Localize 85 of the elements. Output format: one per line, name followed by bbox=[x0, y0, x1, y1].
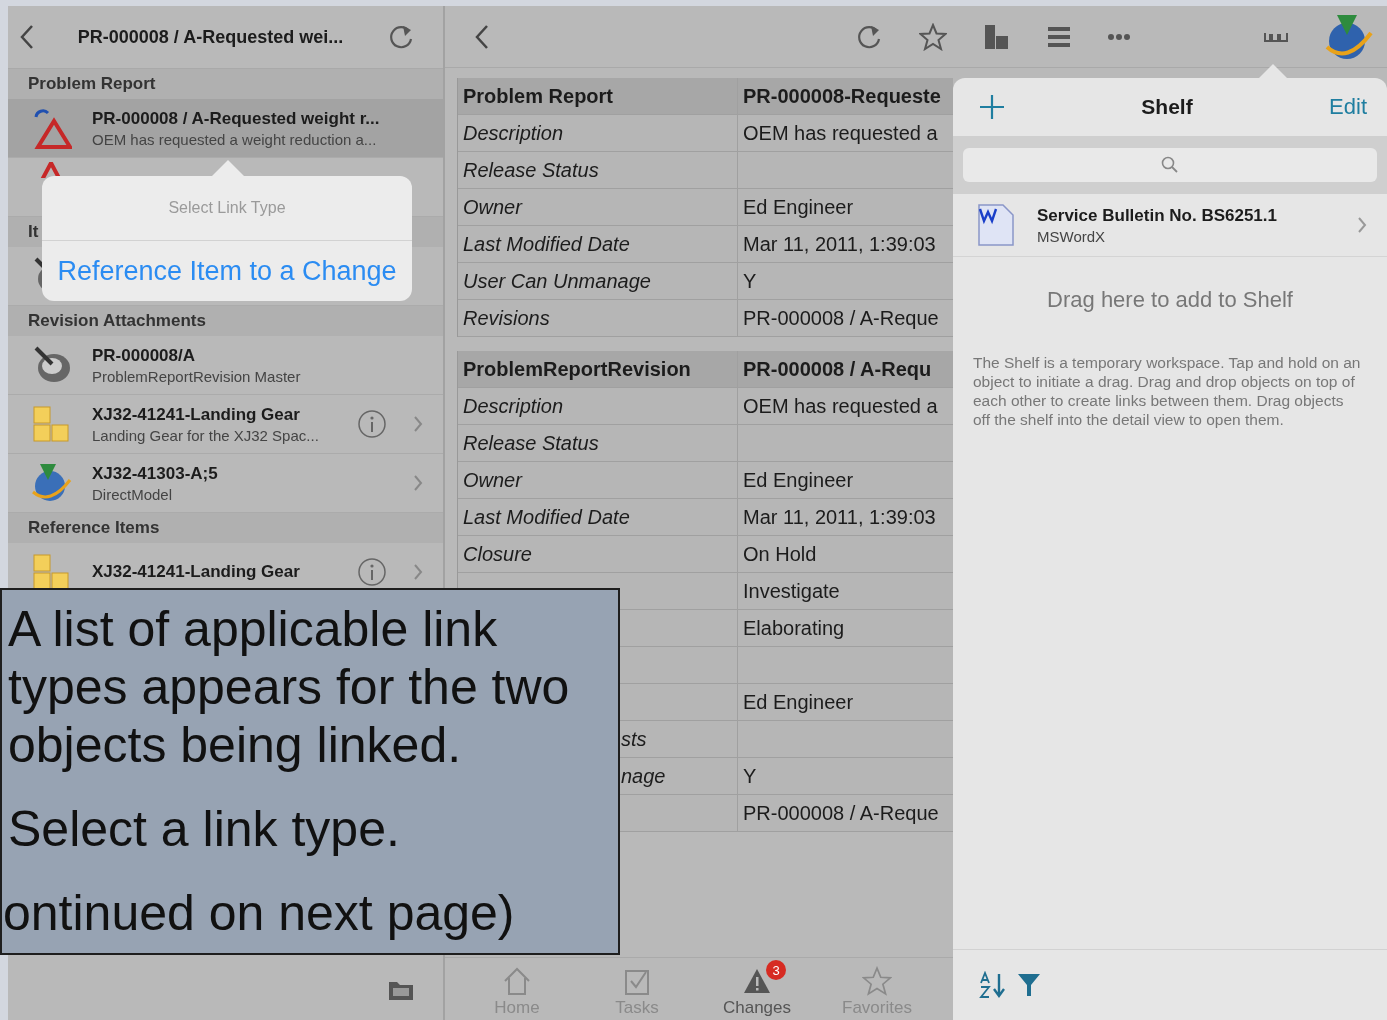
help-text: The Shelf is a temporary workspace. Tap and hold on an object to initiate a drag. Drag and drop objects on top of each other to create links between them. Drag objects off the shelf into the detail view to open them. bbox=[972, 353, 1362, 429]
property-value: Y bbox=[743, 764, 757, 787]
property-label: User Can Unmanage bbox=[463, 269, 651, 293]
property-value: Mar 11, 2011, 1:39:03 bbox=[743, 232, 936, 255]
property-label: nage bbox=[621, 764, 666, 788]
property-value: Elaborating bbox=[743, 616, 845, 639]
search-icon bbox=[1161, 156, 1179, 174]
property-label: Owner bbox=[463, 195, 522, 219]
property-value: Ed Engineer bbox=[743, 468, 854, 491]
property-label: Release Status bbox=[463, 431, 599, 455]
table-header-cell: Problem Report bbox=[458, 78, 738, 114]
word-document-icon bbox=[975, 203, 1017, 247]
property-value: OEM has requested a bbox=[743, 394, 938, 417]
table-header-cell: ProblemReportRevision bbox=[458, 351, 738, 387]
item-title: PR-000008/A bbox=[92, 345, 196, 366]
more-icon[interactable] bbox=[1107, 32, 1131, 41]
property-label: Owner bbox=[463, 468, 522, 492]
tab-bar-item[interactable]: 3 Changes bbox=[697, 958, 817, 1020]
caption-text: A list of applicable link types appears for the two objects being linked. bbox=[8, 600, 571, 774]
property-label: Closure bbox=[463, 542, 532, 566]
search-field[interactable] bbox=[963, 148, 1377, 182]
shelf-title: Shelf bbox=[1140, 95, 1194, 119]
stack-icon[interactable] bbox=[983, 22, 1011, 51]
property-label: Release Status bbox=[463, 158, 599, 182]
section-header: Revision Attachments bbox=[8, 306, 443, 336]
menu-icon[interactable] bbox=[1047, 24, 1071, 49]
property-label: Revisions bbox=[463, 306, 550, 330]
property-value: Y bbox=[743, 269, 757, 292]
property-value: Ed Engineer bbox=[743, 195, 854, 218]
chevron-icon bbox=[413, 415, 423, 433]
table-header-cell-text: PR-000008-Requeste bbox=[742, 84, 942, 108]
home-icon bbox=[502, 966, 532, 996]
property-value: PR-000008 / A-Reque bbox=[743, 306, 939, 329]
list-item[interactable]: XJ32-41241-Landing Gear Landing Gear for the XJ32 Spac... bbox=[8, 395, 443, 454]
property-value: Ed Engineer bbox=[743, 690, 854, 713]
property-value: OEM has requested a bbox=[743, 121, 938, 144]
chevron-icon bbox=[413, 474, 423, 492]
notification-badge: 3 bbox=[766, 960, 786, 980]
shelf-item[interactable]: Service Bulletin No. BS6251.1 MSWordX bbox=[953, 194, 1387, 257]
property-label: Last Modified Date bbox=[463, 505, 630, 529]
back-icon[interactable] bbox=[475, 23, 489, 50]
list-item[interactable]: PR-000008/A ProblemReportRevision Master bbox=[8, 336, 443, 395]
property-value: PR-000008 / A-Reque bbox=[743, 801, 939, 824]
sort-icon[interactable] bbox=[979, 971, 1007, 999]
item-subtitle: ProblemReportRevision Master bbox=[92, 367, 302, 385]
info-icon[interactable] bbox=[357, 409, 387, 439]
item-title: Service Bulletin No. BS6251.1 bbox=[1037, 205, 1278, 226]
filter-icon[interactable] bbox=[1017, 972, 1041, 998]
property-label: sts bbox=[621, 727, 647, 751]
shelf-icon[interactable] bbox=[1263, 30, 1289, 43]
caption-text: Select a link type. bbox=[8, 800, 401, 858]
back-icon[interactable] bbox=[20, 24, 34, 50]
caption-text: ontinued on next page) bbox=[3, 884, 516, 942]
section-header: Problem Report bbox=[8, 69, 443, 99]
item-subtitle: OEM has requested a weight reduction a... bbox=[92, 130, 378, 148]
property-label: Description bbox=[463, 121, 564, 145]
property-label: Description bbox=[463, 394, 564, 418]
globe-icon bbox=[30, 462, 72, 504]
panel-title: PR-000008 / A-Requested wei... bbox=[76, 26, 345, 48]
item-subtitle: Landing Gear for the XJ32 Spac... bbox=[92, 426, 320, 444]
info-icon[interactable] bbox=[357, 557, 387, 587]
section-header: Reference Items bbox=[8, 513, 443, 543]
star-icon bbox=[862, 966, 892, 996]
item-title: XJ32-41303-A;5 bbox=[92, 463, 219, 484]
property-value: On Hold bbox=[743, 542, 817, 565]
item-subtitle: DirectModel bbox=[92, 485, 174, 503]
globe-logo-icon[interactable] bbox=[1325, 12, 1373, 61]
chevron-icon bbox=[413, 563, 423, 581]
item-title: XJ32-41241-Landing Gear bbox=[92, 404, 301, 425]
popover-title: Select Link Type bbox=[42, 176, 412, 241]
table-header-cell-text: PR-000008 / A-Requ bbox=[742, 357, 933, 381]
drop-hint: Drag here to add to Shelf bbox=[1046, 286, 1294, 314]
item-subtitle: MSWordX bbox=[1037, 227, 1107, 245]
item-title: XJ32-41241-Landing Gear bbox=[92, 562, 301, 582]
property-value: Investigate bbox=[743, 579, 840, 602]
list-item[interactable]: PR-000008 / A-Requested weight r... OEM has requested a weight reduction a... bbox=[8, 99, 443, 158]
star-icon[interactable] bbox=[919, 22, 947, 51]
boxes-icon bbox=[30, 403, 72, 445]
chevron-icon bbox=[1357, 216, 1367, 234]
plus-icon[interactable] bbox=[979, 94, 1005, 120]
refresh-icon[interactable] bbox=[387, 23, 415, 51]
property-value: Mar 11, 2011, 1:39:03 bbox=[743, 505, 936, 528]
item-title: PR-000008 / A-Requested weight r... bbox=[92, 108, 381, 129]
edit-button[interactable]: Edit bbox=[1329, 94, 1367, 120]
property-label: Last Modified Date bbox=[463, 232, 630, 256]
